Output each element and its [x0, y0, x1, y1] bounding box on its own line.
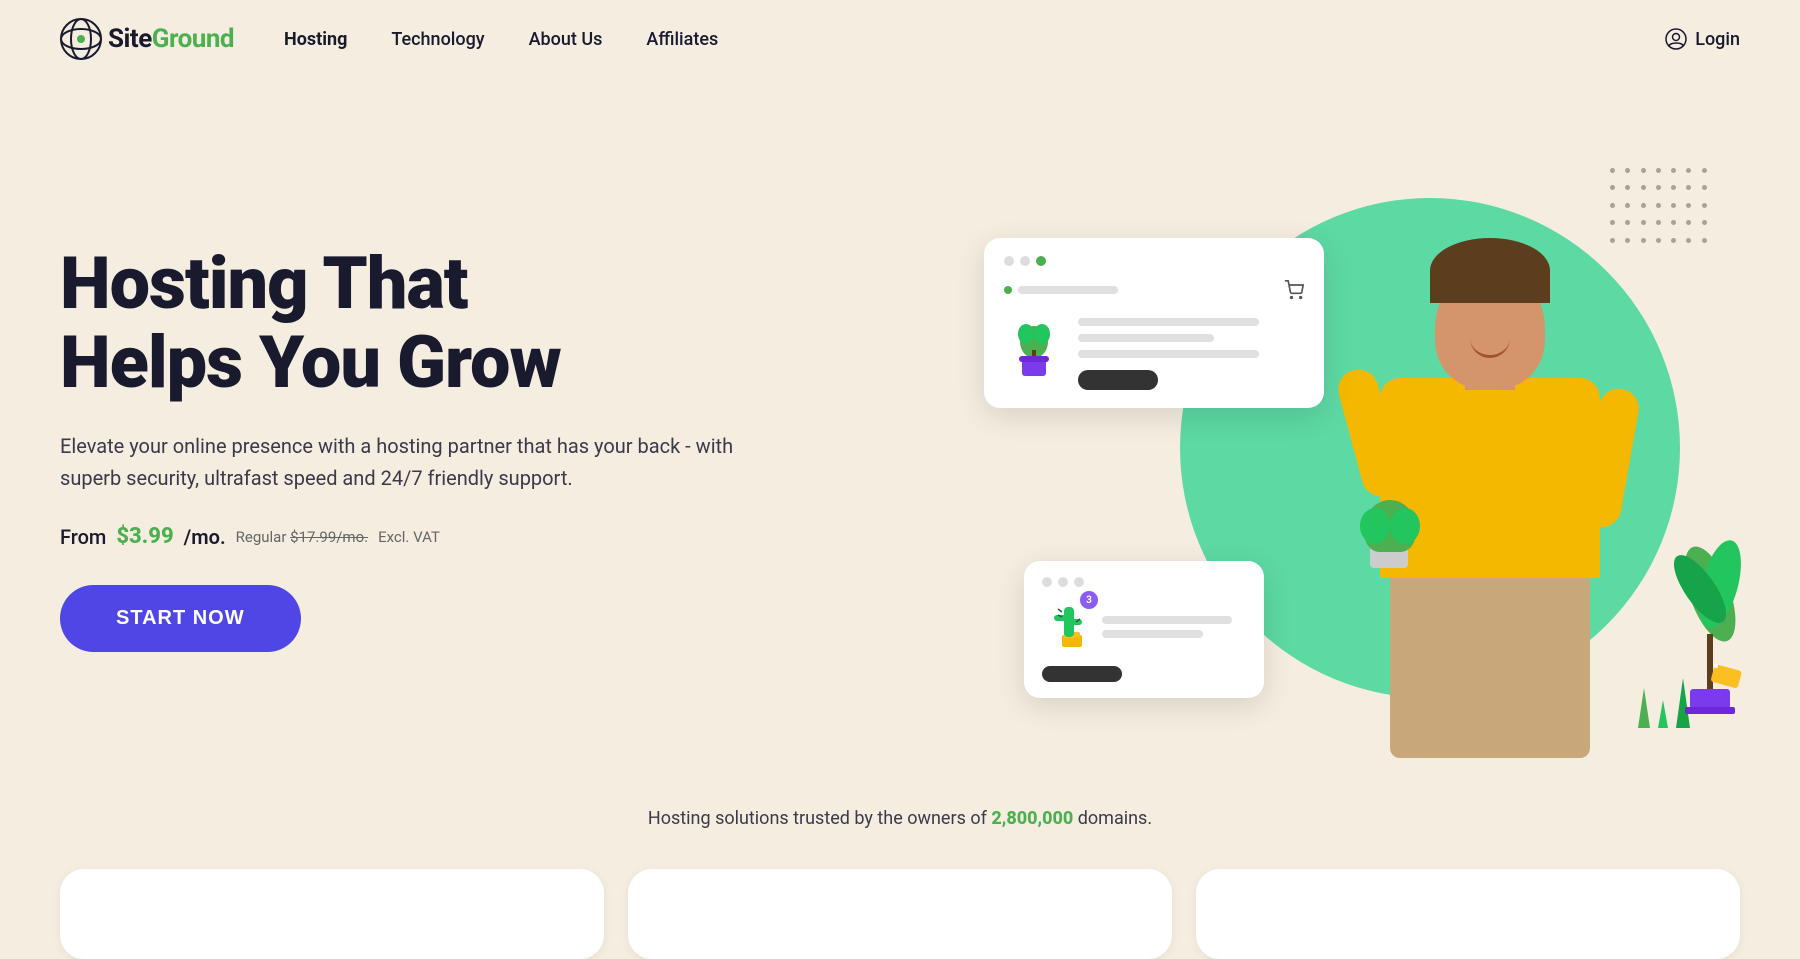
- trust-number: 2,800,000: [991, 808, 1073, 829]
- bottom-card-1: [60, 869, 604, 959]
- browser-dot-b1: [1042, 577, 1052, 587]
- pricing-line: From $3.99 /mo. Regular $17.99/mo. Excl.…: [60, 524, 944, 549]
- cactus-wrapper: 3: [1042, 597, 1092, 656]
- browser-line-3: [1078, 350, 1259, 358]
- login-link[interactable]: Login: [1665, 28, 1740, 50]
- login-icon: [1665, 28, 1687, 50]
- browser-dot-b3: [1074, 577, 1084, 587]
- logo-text: SiteGround: [108, 24, 234, 54]
- browser-mockup-bottom: 3: [1024, 561, 1264, 698]
- cactus-area: 3: [1042, 597, 1246, 656]
- trust-text-after: domains.: [1078, 808, 1152, 829]
- hero-title: Hosting That Helps You Grow: [60, 244, 944, 402]
- siteground-logo-icon: [60, 18, 102, 60]
- browser-content: [1004, 312, 1304, 390]
- hero-description: Elevate your online presence with a host…: [60, 430, 740, 494]
- logo-link[interactable]: SiteGround: [60, 18, 234, 60]
- nav-technology[interactable]: Technology: [391, 29, 484, 50]
- hero-person: [1310, 178, 1670, 758]
- person-body: [1380, 178, 1600, 758]
- trust-line: Hosting solutions trusted by the owners …: [0, 778, 1800, 859]
- pricing-from: From: [60, 525, 106, 549]
- hero-visual: 3: [984, 138, 1740, 758]
- pricing-mo: /mo.: [184, 525, 226, 549]
- plant-pot-icon: [1004, 312, 1064, 382]
- browser-line-1: [1078, 318, 1259, 326]
- start-now-button[interactable]: START NOW: [60, 585, 301, 652]
- bottom-cards: [0, 859, 1800, 959]
- nav-about-us[interactable]: About Us: [529, 29, 603, 50]
- nav-hosting[interactable]: Hosting: [284, 29, 347, 50]
- large-plant-icon: [1660, 514, 1760, 714]
- badge-count: 3: [1080, 591, 1098, 609]
- browser-dot-green: [1036, 256, 1046, 266]
- bottom-card-3: [1196, 869, 1740, 959]
- browser-dots: [1004, 256, 1304, 266]
- nav-affiliates[interactable]: Affiliates: [646, 29, 718, 50]
- browser-dot-b2: [1058, 577, 1068, 587]
- pricing-price: $3.99: [116, 524, 173, 549]
- pricing-vat: Excl. VAT: [378, 528, 440, 546]
- browser-btn-mock: [1078, 370, 1158, 390]
- trust-text-before: Hosting solutions trusted by the owners …: [648, 808, 987, 829]
- browser-mockup-top: [984, 238, 1324, 408]
- browser-dot-1: [1004, 256, 1014, 266]
- nav-right: Login: [1665, 28, 1740, 50]
- bottom-card-2: [628, 869, 1172, 959]
- hero-content: Hosting That Helps You Grow Elevate your…: [60, 244, 984, 652]
- browser-dot-2: [1020, 256, 1030, 266]
- hero-section: Hosting That Helps You Grow Elevate your…: [0, 78, 1800, 778]
- browser-line-2: [1078, 334, 1214, 342]
- pricing-regular: Regular $17.99/mo.: [236, 528, 368, 546]
- navbar: SiteGround Hosting Technology About Us A…: [0, 0, 1800, 78]
- login-label: Login: [1695, 29, 1740, 50]
- browser-dots-2: [1042, 577, 1246, 587]
- browser-lines: [1078, 312, 1304, 390]
- cart-icon: [1284, 280, 1304, 300]
- nav-links: Hosting Technology About Us Affiliates: [284, 29, 718, 50]
- deco-plants-right: [1660, 514, 1760, 718]
